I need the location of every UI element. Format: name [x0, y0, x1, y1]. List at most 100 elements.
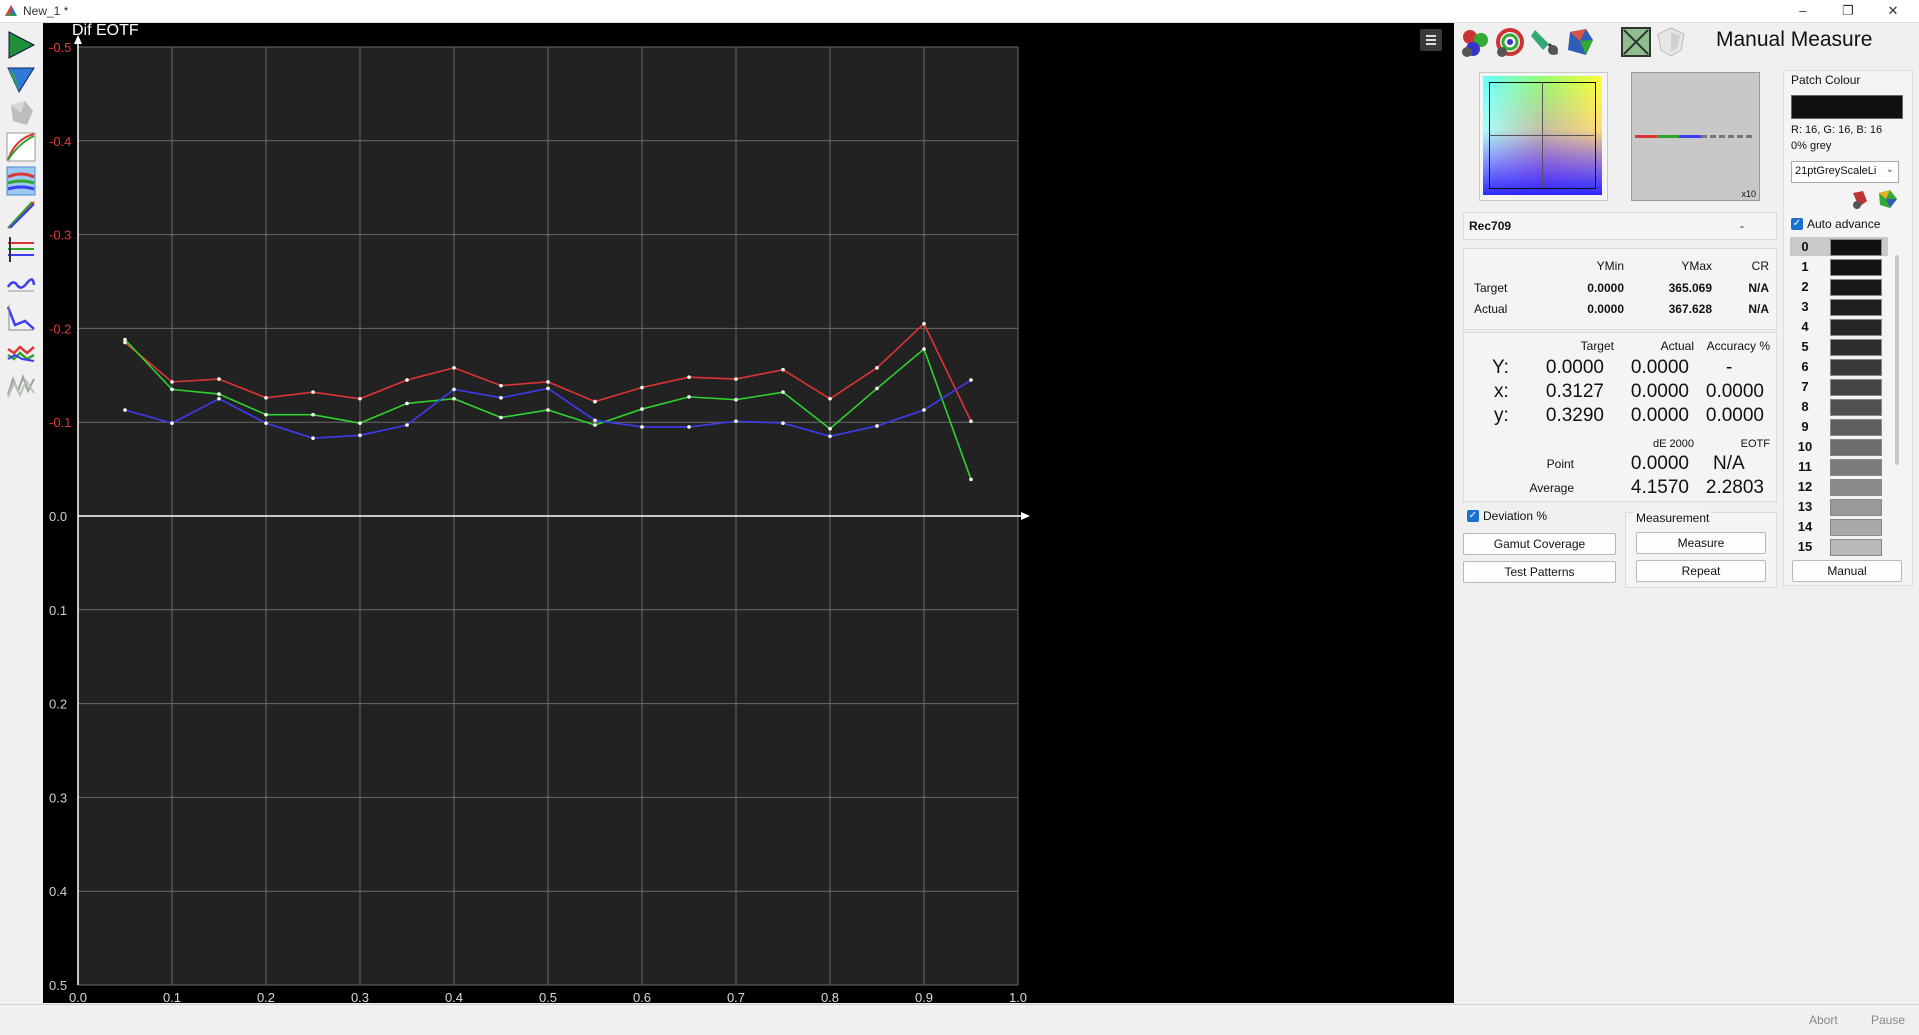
patch-swatch [1830, 319, 1882, 336]
patch-row-12[interactable]: 12 [1790, 477, 1888, 496]
patch-row-14[interactable]: 14 [1790, 517, 1888, 536]
gamma-curve-icon[interactable] [5, 131, 37, 163]
patch-row-7[interactable]: 7 [1790, 377, 1888, 396]
auto-advance-label: Auto advance [1807, 217, 1881, 231]
green-data-point [734, 397, 738, 402]
window-title: New_1 * [23, 4, 69, 18]
cct-graph-icon[interactable] [5, 369, 37, 401]
patch-list-scrollbar[interactable] [1895, 255, 1899, 465]
patch-row-10[interactable]: 10 [1790, 437, 1888, 456]
measurement-group: Measurement Measure Repeat [1625, 511, 1777, 588]
blue-data-point [499, 396, 503, 400]
patch-row-4[interactable]: 4 [1790, 317, 1888, 336]
patch-preset-select[interactable]: 21ptGreyScaleLi ⌄ [1791, 161, 1899, 183]
patch-row-6[interactable]: 6 [1790, 357, 1888, 376]
point-eotf: N/A [1713, 453, 1745, 474]
patch-row-3[interactable]: 3 [1790, 297, 1888, 316]
patch-row-2[interactable]: 2 [1790, 277, 1888, 296]
patch-row-8[interactable]: 8 [1790, 397, 1888, 416]
abort-button[interactable]: Abort [1809, 1013, 1838, 1027]
rgb-balance-icon[interactable] [5, 165, 37, 197]
patch-row-11[interactable]: 11 [1790, 457, 1888, 476]
measurement-readout: Target Actual Accuracy % Y: 0.0000 0.000… [1463, 332, 1777, 502]
y-tick-label: 0.1 [49, 603, 67, 618]
eotf-curve-icon[interactable] [5, 199, 37, 231]
blue-data-point [452, 387, 456, 392]
patch-generator-icon[interactable] [1849, 187, 1873, 211]
manual-button[interactable]: Manual [1792, 560, 1902, 582]
crossed-box-icon[interactable] [1620, 26, 1652, 58]
patch-number: 13 [1797, 499, 1813, 514]
measure-button[interactable]: Measure [1636, 532, 1766, 554]
dif-eotf-icon[interactable] [5, 335, 37, 367]
minimize-button[interactable]: – [1789, 0, 1817, 22]
cie-preview[interactable] [1479, 72, 1608, 201]
patch-number: 5 [1801, 339, 1809, 354]
gamut-coverage-button[interactable]: Gamut Coverage [1463, 533, 1616, 555]
patch-row-15[interactable]: 15 [1790, 537, 1888, 556]
blue-data-point [734, 419, 738, 424]
repeat-button[interactable]: Repeat [1636, 560, 1766, 582]
green-data-point [452, 396, 456, 401]
deviation-label: Deviation % [1483, 509, 1548, 523]
colour-wheel-icon[interactable] [1494, 26, 1526, 58]
deviation-checkbox[interactable]: ✓ [1467, 510, 1479, 522]
red-data-point [969, 419, 973, 424]
red-data-point [875, 365, 879, 370]
red-data-point [781, 367, 785, 372]
x-tick-label: 0.6 [633, 990, 651, 1003]
x-axis-arrow [1021, 512, 1030, 520]
patch-number: 12 [1797, 479, 1813, 494]
y-tick-label: -0.1 [49, 415, 71, 430]
chromaticity-swatches-icon[interactable] [1459, 26, 1491, 58]
measurement-group-label: Measurement [1634, 511, 1712, 525]
blue-data-point [123, 408, 127, 412]
patch-row-1[interactable]: 1 [1790, 257, 1888, 276]
green-data-point [969, 477, 973, 482]
patch-number: 4 [1801, 319, 1809, 334]
restore-button[interactable]: ❐ [1834, 0, 1862, 22]
patch-row-9[interactable]: 9 [1790, 417, 1888, 436]
pause-button[interactable]: Pause [1871, 1013, 1905, 1027]
title-bar: New_1 * – ❐ ✕ [0, 0, 1919, 23]
x-tick-label: 0.4 [445, 990, 463, 1003]
green-data-point [123, 337, 127, 342]
delta-e-icon[interactable] [5, 301, 37, 333]
patch-swatch [1830, 519, 1882, 536]
patch-row-0[interactable]: 0 [1790, 237, 1888, 256]
close-button[interactable]: ✕ [1879, 0, 1907, 22]
panel-title: Manual Measure [1716, 28, 1873, 51]
target-row-label: Target [1474, 281, 1508, 295]
x-tick-label: 0.3 [351, 990, 369, 1003]
blue-data-point [264, 421, 268, 425]
gamut-triangle-icon[interactable] [5, 63, 37, 95]
shield-gamut-icon[interactable] [1655, 26, 1687, 58]
graph-area: 0.0 0.1 0.2 0.3 0.4 0.5 0.6 0.7 0.8 0.9 1.0 -0.5 -0.… [43, 22, 1454, 1005]
y-tick-label: 0.0 [49, 509, 67, 524]
patch-row-13[interactable]: 13 [1790, 497, 1888, 516]
rgb-balance-preview[interactable]: x10 [1631, 72, 1760, 201]
cie-triangle-icon[interactable] [5, 29, 37, 61]
green-data-point [781, 390, 785, 394]
patch-row-5[interactable]: 5 [1790, 337, 1888, 356]
patch-swatch [1830, 379, 1882, 396]
gamut-solid-icon[interactable] [1564, 26, 1596, 58]
patch-number: 9 [1801, 419, 1809, 434]
deviation-wave-icon[interactable] [5, 267, 37, 299]
test-patterns-button[interactable]: Test Patterns [1463, 561, 1616, 583]
meter-probe-icon[interactable] [1529, 26, 1561, 58]
gamut-3d-icon[interactable] [5, 97, 37, 129]
actual-ymin: 0.0000 [1587, 302, 1624, 316]
graph-menu-button[interactable] [1420, 29, 1442, 51]
patch-gamut-icon[interactable] [1876, 187, 1900, 211]
blue-data-point [969, 378, 973, 382]
point-de: 0.0000 [1630, 453, 1689, 474]
chevron-down-icon: ⌄ [1885, 164, 1894, 175]
luminance-step-icon[interactable] [5, 233, 37, 265]
patch-number: 7 [1801, 379, 1809, 394]
green-data-point [640, 407, 644, 411]
patch-swatch [1830, 499, 1882, 516]
auto-advance-checkbox[interactable]: ✓ [1791, 218, 1803, 230]
red-data-point [499, 383, 503, 388]
x-tick-label: 0.0 [69, 990, 87, 1003]
